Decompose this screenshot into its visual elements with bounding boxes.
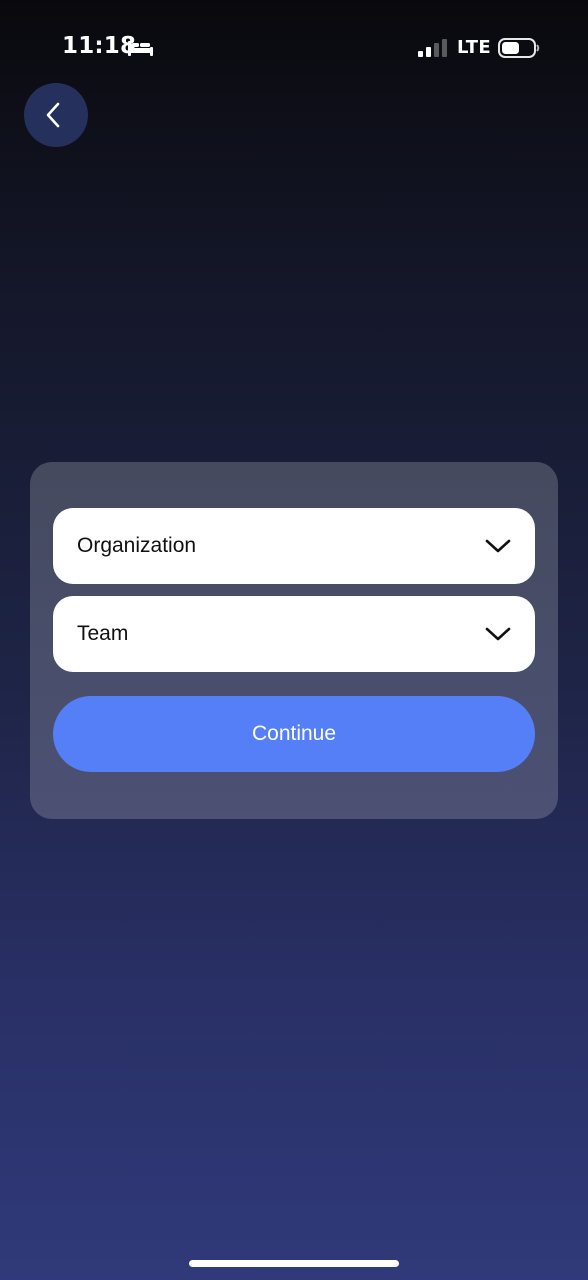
home-indicator[interactable]	[189, 1260, 399, 1267]
status-time: 11:18	[62, 33, 137, 59]
network-type: LTE	[457, 37, 491, 58]
status-bar: 11:18 LTE	[0, 0, 588, 96]
battery-icon	[498, 38, 540, 58]
cellular-signal-icon	[418, 39, 447, 57]
organization-select-value: Organization	[77, 534, 197, 557]
organization-select[interactable]: Organization	[53, 508, 535, 584]
continue-button[interactable]: Continue	[53, 696, 535, 772]
bed-icon	[128, 41, 153, 56]
team-select[interactable]: Team	[53, 596, 535, 672]
chevron-down-icon	[485, 539, 511, 553]
back-button[interactable]	[24, 83, 88, 147]
team-select-value: Team	[77, 622, 129, 645]
chevron-left-icon	[46, 102, 60, 128]
selection-card: Organization Team Continue	[30, 462, 558, 819]
chevron-down-icon	[485, 627, 511, 641]
